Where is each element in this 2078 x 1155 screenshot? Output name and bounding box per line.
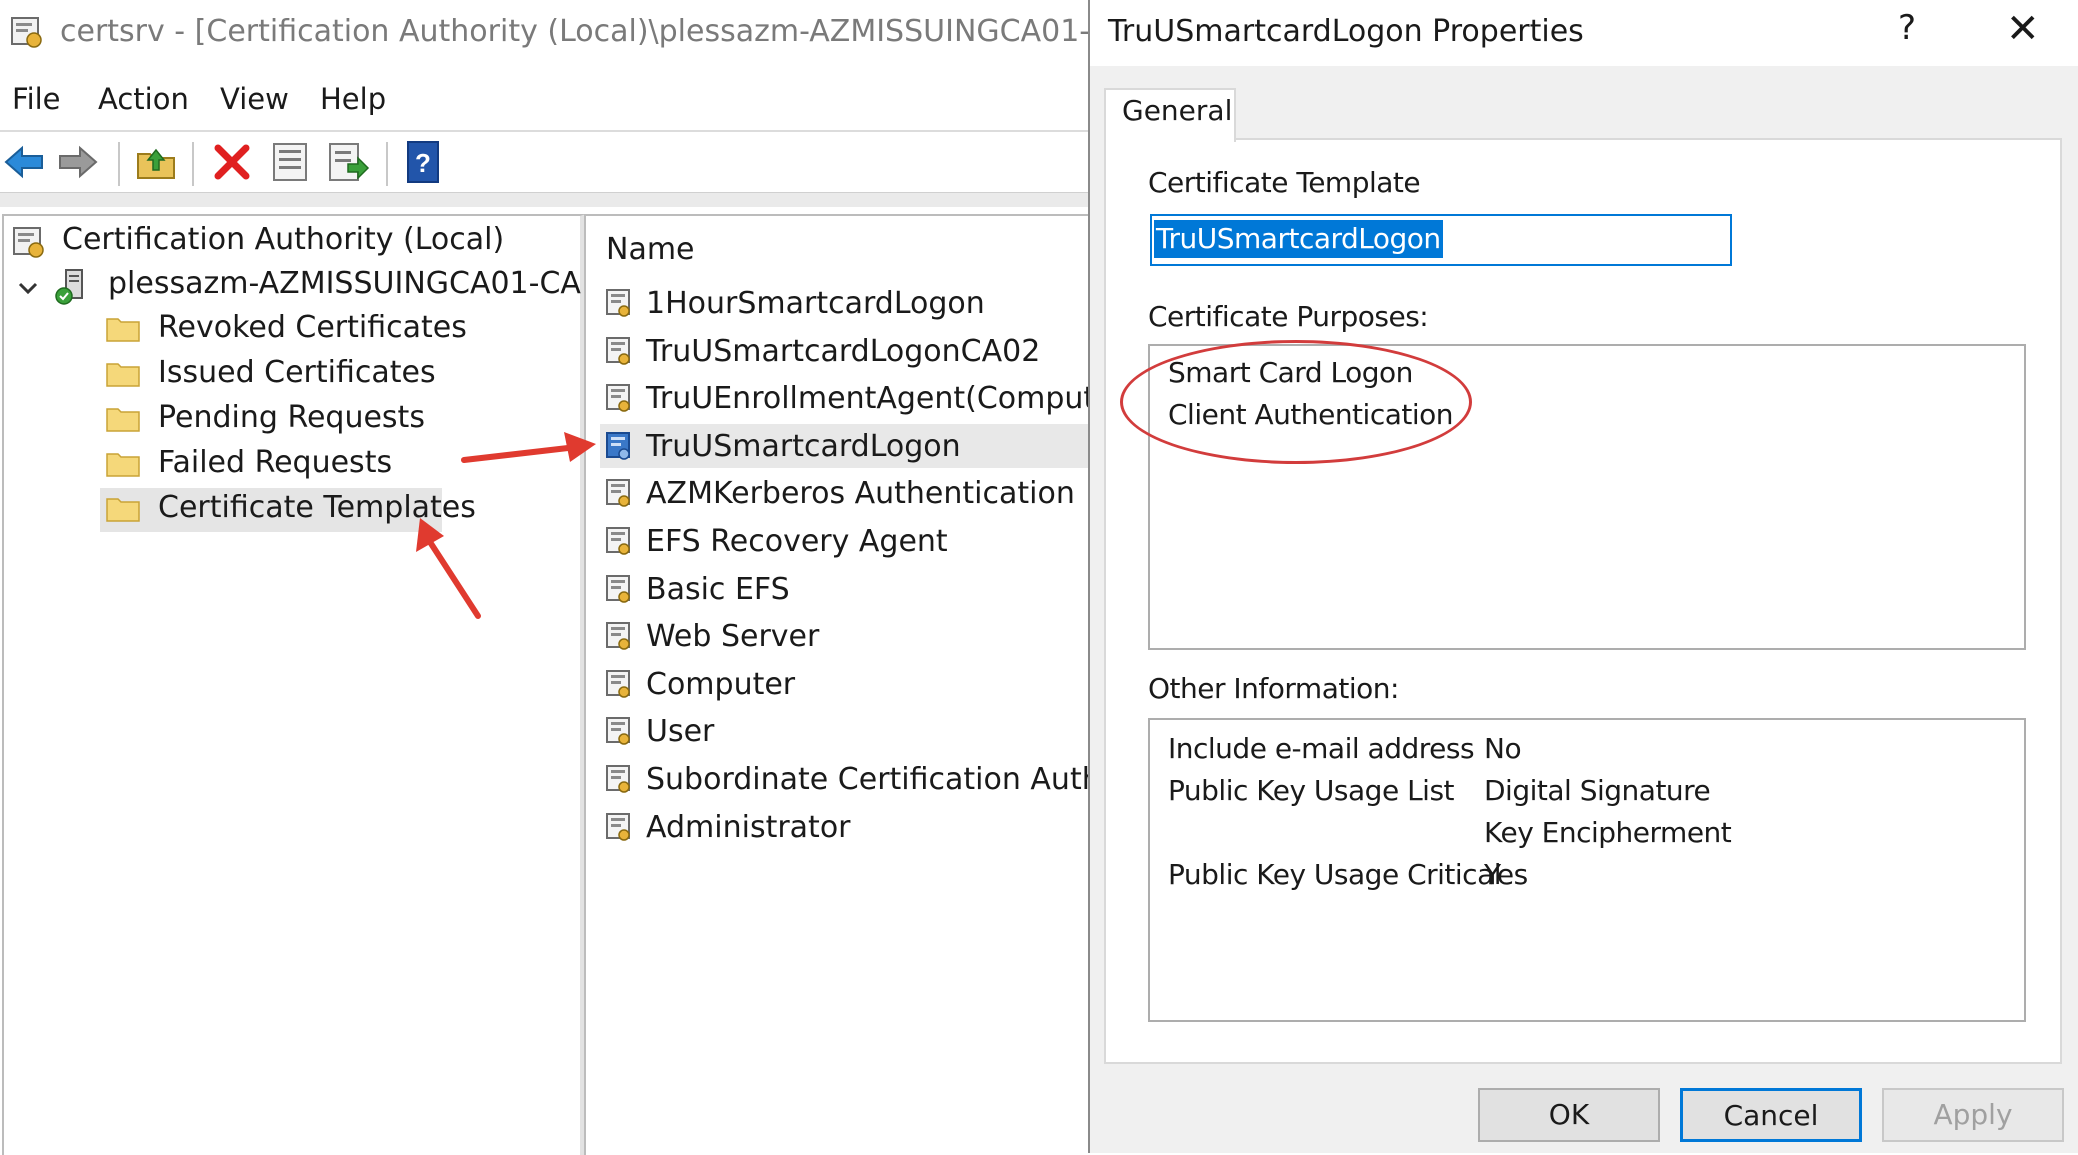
info-key: Public Key Usage Critical bbox=[1168, 858, 1502, 891]
certificate-template-icon bbox=[606, 574, 630, 603]
template-list-item[interactable]: Web Server bbox=[646, 619, 819, 654]
delete-icon[interactable] bbox=[210, 140, 254, 184]
tab-general-label[interactable]: General bbox=[1122, 94, 1232, 127]
folder-icon bbox=[106, 453, 140, 477]
toolbar-separator bbox=[118, 142, 120, 186]
annotation-arrow-up bbox=[416, 518, 481, 619]
info-key: Include e-mail address bbox=[1168, 732, 1475, 765]
ok-button[interactable]: OK bbox=[1478, 1088, 1660, 1142]
certificate-template-icon bbox=[606, 479, 630, 508]
certificate-template-icon bbox=[606, 765, 630, 793]
export-icon[interactable] bbox=[326, 140, 370, 184]
folder-icon bbox=[106, 408, 140, 432]
tree-ca-label[interactable]: plessazm-AZMISSUINGCA01-CA1 bbox=[108, 266, 600, 301]
up-folder-icon[interactable] bbox=[134, 140, 178, 184]
cancel-button[interactable]: Cancel bbox=[1680, 1088, 1862, 1142]
toolbar-divider bbox=[0, 192, 1088, 207]
certification-authority-icon bbox=[13, 227, 44, 258]
certificate-purposes-label: Certificate Purposes: bbox=[1148, 300, 1429, 333]
dialog-title: TruUSmartcardLogon Properties bbox=[1108, 14, 1584, 49]
certificate-template-icon bbox=[606, 622, 630, 650]
close-icon[interactable]: ✕ bbox=[2006, 6, 2040, 52]
certificate-template-icon bbox=[606, 812, 630, 841]
folder-icon bbox=[106, 363, 140, 387]
tree-item-pending[interactable]: Pending Requests bbox=[158, 400, 425, 435]
tree-item-revoked[interactable]: Revoked Certificates bbox=[158, 310, 467, 345]
menu-help[interactable]: Help bbox=[320, 82, 386, 116]
properties-icon[interactable] bbox=[268, 140, 312, 184]
menu-action[interactable]: Action bbox=[98, 82, 189, 116]
certificate-template-label: Certificate Template bbox=[1148, 166, 1421, 199]
annotation-ellipse bbox=[1120, 340, 1472, 464]
certificate-template-icon bbox=[606, 431, 630, 460]
template-list-item[interactable]: TruUSmartcardLogon bbox=[646, 429, 961, 464]
forward-arrow-icon[interactable] bbox=[56, 140, 100, 184]
certificate-template-icon bbox=[606, 527, 630, 555]
back-arrow-icon[interactable] bbox=[2, 140, 46, 184]
template-list-item[interactable]: Subordinate Certification Authori bbox=[646, 762, 1140, 797]
certificate-template-value[interactable]: TruUSmartcardLogon bbox=[1154, 220, 1443, 258]
template-list-item[interactable]: EFS Recovery Agent bbox=[646, 524, 948, 559]
template-list-item[interactable]: TruUEnrollmentAgent(Computer) bbox=[646, 381, 1138, 416]
list-column-header-name[interactable]: Name bbox=[606, 232, 695, 267]
folder-icon bbox=[106, 318, 140, 342]
info-value: Digital Signature bbox=[1484, 774, 1711, 807]
toolbar-separator bbox=[192, 142, 194, 186]
template-list-item[interactable]: AZMKerberos Authentication bbox=[646, 476, 1075, 511]
tree-item-failed[interactable]: Failed Requests bbox=[158, 445, 392, 480]
chevron-down-icon[interactable] bbox=[16, 276, 40, 300]
template-list-item[interactable]: Administrator bbox=[646, 810, 851, 845]
dialog-help-button[interactable]: ? bbox=[1898, 8, 1916, 48]
certificate-template-icon bbox=[606, 669, 630, 698]
template-list-item[interactable]: Computer bbox=[646, 667, 795, 702]
ca-server-icon bbox=[55, 269, 83, 305]
svg-text:?: ? bbox=[415, 148, 431, 178]
template-list-item[interactable]: Basic EFS bbox=[646, 572, 790, 607]
certificate-template-icon bbox=[606, 717, 630, 746]
certificate-template-icon bbox=[606, 336, 630, 365]
tree-item-issued[interactable]: Issued Certificates bbox=[158, 355, 436, 390]
certificate-template-icon bbox=[606, 384, 630, 412]
certificate-template-icon bbox=[606, 289, 630, 317]
info-value: No bbox=[1484, 732, 1522, 765]
template-list-item[interactable]: 1HourSmartcardLogon bbox=[646, 286, 985, 321]
toolbar-separator bbox=[386, 142, 388, 186]
tree-root-label[interactable]: Certification Authority (Local) bbox=[62, 222, 504, 257]
menu-view[interactable]: View bbox=[220, 82, 289, 116]
certsrv-app-icon bbox=[11, 17, 42, 48]
folder-icon bbox=[106, 498, 140, 522]
info-value: Yes bbox=[1484, 858, 1528, 891]
info-value: Key Encipherment bbox=[1484, 816, 1732, 849]
template-list-item[interactable]: User bbox=[646, 714, 714, 749]
other-information-label: Other Information: bbox=[1148, 672, 1399, 705]
info-key: Public Key Usage List bbox=[1168, 774, 1455, 807]
annotation-arrow-right bbox=[461, 432, 596, 463]
help-icon[interactable]: ? bbox=[402, 140, 446, 184]
apply-button[interactable]: Apply bbox=[1882, 1088, 2064, 1142]
menu-file[interactable]: File bbox=[12, 82, 61, 116]
template-list-item[interactable]: TruUSmartcardLogonCA02 bbox=[646, 334, 1040, 369]
mmc-window-title: certsrv - [Certification Authority (Loca… bbox=[60, 14, 1201, 49]
